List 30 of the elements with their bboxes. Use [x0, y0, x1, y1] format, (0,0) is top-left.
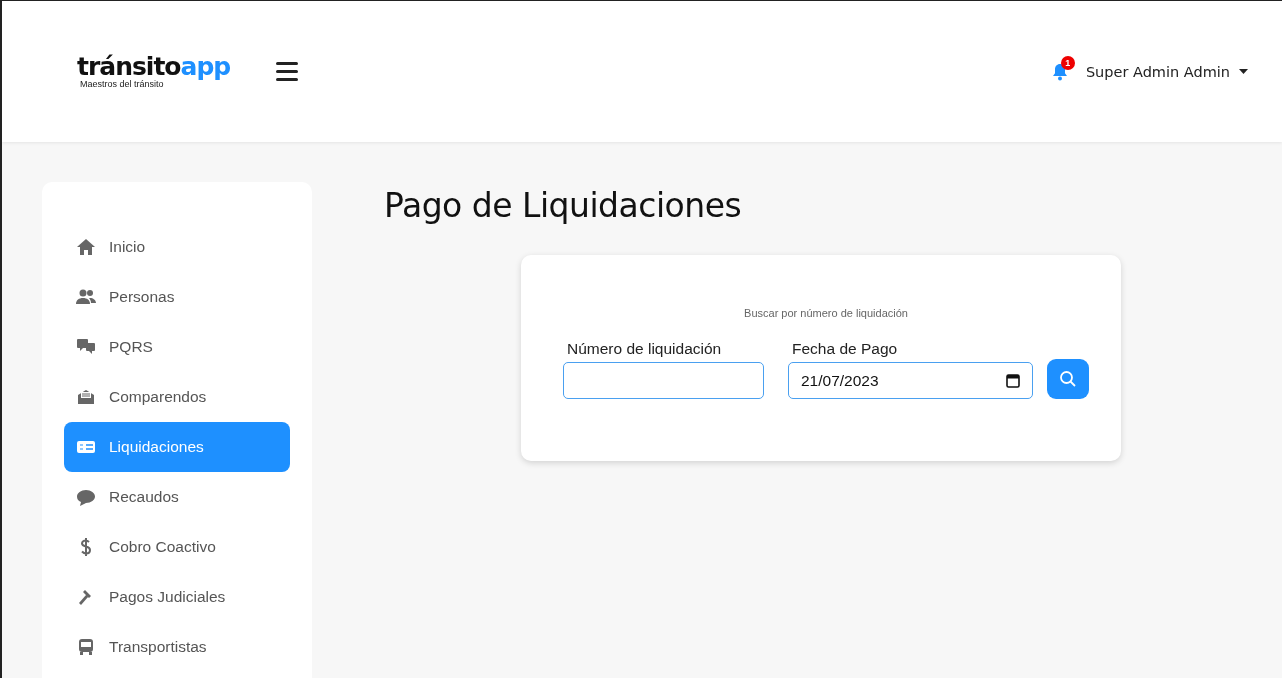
- sidebar-item[interactable]: Personas: [64, 272, 290, 322]
- sidebar-item[interactable]: Transportistas: [64, 622, 290, 672]
- card-icon: [76, 438, 96, 456]
- field-label: Fecha de Pago: [791, 340, 899, 358]
- logo[interactable]: tránsitoapp Maestros del tránsito: [77, 54, 231, 89]
- sidebar-item[interactable]: Pagos Judiciales: [64, 572, 290, 622]
- user-menu[interactable]: Super Admin Admin: [1085, 63, 1248, 80]
- notification-bell-icon[interactable]: [1051, 62, 1068, 81]
- coin-bubble-icon: [76, 488, 96, 506]
- sidebar-item[interactable]: Recaudos: [64, 472, 290, 522]
- search-icon: [1059, 370, 1078, 388]
- notification-count: 1: [1060, 55, 1075, 70]
- sidebar-item[interactable]: Comparendos: [64, 372, 290, 422]
- search-button[interactable]: [1047, 359, 1089, 399]
- sidebar-item[interactable]: Inicio: [64, 222, 290, 272]
- sidebar-item[interactable]: Cobro Coactivo: [64, 522, 290, 572]
- envelope-icon: [76, 388, 96, 406]
- search-hint: Buscar por número de liquidación: [743, 307, 909, 319]
- sidebar-item[interactable]: PQRS: [64, 322, 290, 372]
- speech-bubbles-icon: [76, 338, 96, 356]
- caret-icon: [1239, 69, 1248, 74]
- home-icon: [76, 238, 96, 256]
- page-title: Pago de Liquidaciones: [384, 186, 743, 225]
- calendar-icon[interactable]: [1006, 373, 1021, 388]
- people-icon: [76, 288, 96, 306]
- input-field[interactable]: [563, 362, 764, 399]
- date-field[interactable]: 21/07/2023: [788, 362, 1034, 399]
- menu-icon[interactable]: [276, 62, 299, 81]
- bus-icon: [76, 638, 96, 656]
- field-label: Número de liquidación: [566, 340, 723, 358]
